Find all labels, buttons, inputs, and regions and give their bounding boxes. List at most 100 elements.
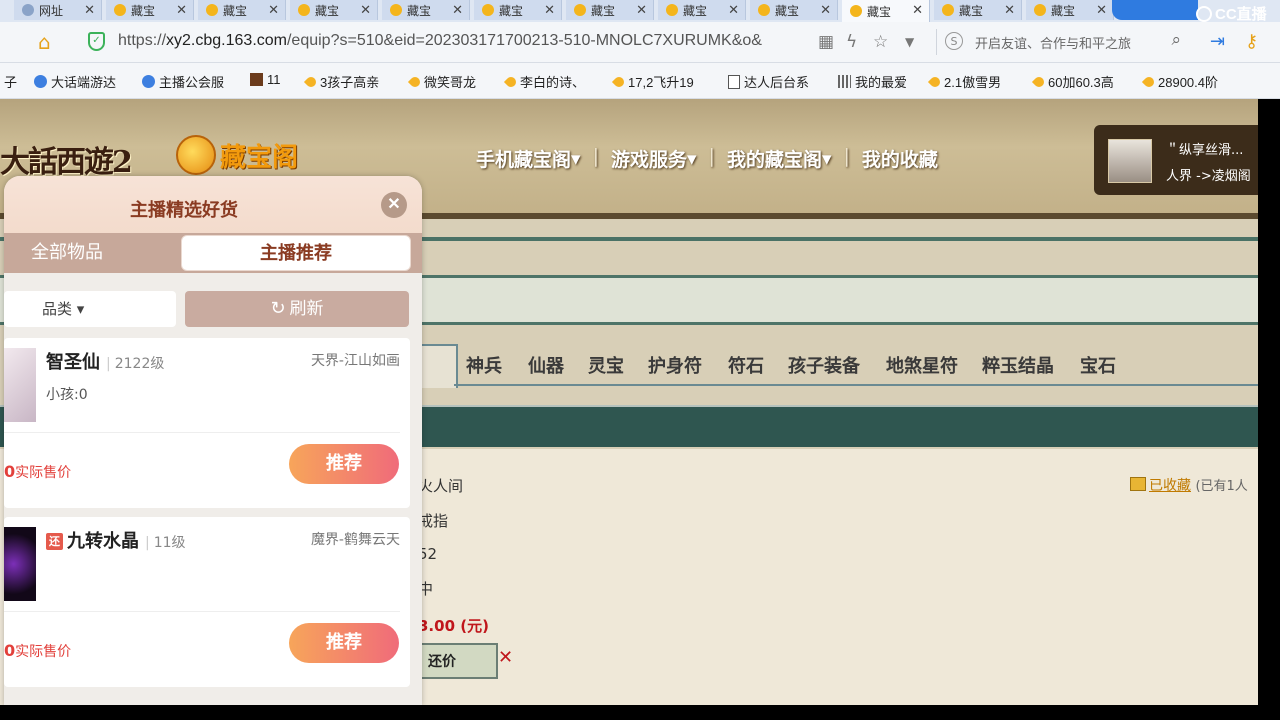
counter-offer-label: 还价	[428, 654, 456, 670]
avatar	[1108, 139, 1152, 183]
browser-tab[interactable]: 藏宝 ✕	[750, 0, 838, 20]
game-icon	[1034, 4, 1046, 16]
favorited-link[interactable]: 已收藏	[1149, 478, 1191, 494]
bookmark-item[interactable]: 3孩子高亲	[303, 72, 379, 91]
category-tab[interactable]: 护身符	[648, 352, 702, 378]
bookmark-label: 子	[4, 75, 18, 90]
top-nav-item[interactable]: 我的藏宝阁 ▾	[727, 145, 832, 172]
user-box[interactable]: ＂纵享丝滑... 人界 ->凌烟阁	[1094, 125, 1258, 195]
letterbox-right	[1258, 99, 1280, 720]
bookmark-label: 60加60.3高	[1048, 75, 1114, 90]
game-icon	[574, 4, 586, 16]
lightning-icon[interactable]: ϟ	[846, 32, 857, 52]
list-item[interactable]: 智圣仙 2122级 天界-江山如画 小孩:0 0实际售价 推荐	[4, 338, 410, 508]
tab-streamer-recommend[interactable]: 主播推荐	[181, 235, 411, 271]
document-icon	[728, 74, 740, 89]
browser-tab[interactable]: 藏宝 ✕	[198, 0, 286, 20]
close-icon[interactable]: ✕	[381, 192, 407, 218]
qr-code-icon[interactable]: ▦	[818, 32, 834, 52]
cbg-logo[interactable]: 藏宝阁	[176, 135, 298, 175]
recommend-button[interactable]: 推荐	[289, 623, 399, 663]
bookmark-label: 2.1傲雪男	[944, 75, 1002, 90]
close-tab-icon[interactable]: ✕	[636, 2, 647, 18]
favorite-star-icon[interactable]: ☆	[873, 32, 888, 52]
category-tab[interactable]: 地煞星符	[886, 352, 958, 378]
bookmark-item[interactable]: 60加60.3高	[1031, 72, 1114, 91]
close-tab-icon[interactable]: ✕	[84, 2, 95, 18]
globe-icon	[22, 4, 34, 16]
bookmark-item[interactable]: 子	[4, 72, 17, 91]
top-nav-item[interactable]: 手机藏宝阁 ▾	[476, 145, 581, 172]
close-tab-icon[interactable]: ✕	[820, 2, 831, 18]
browser-tab[interactable]: 藏宝 ✕	[474, 0, 562, 20]
top-nav-item[interactable]: 我的收藏	[862, 145, 938, 172]
category-tab[interactable]: 神兵	[466, 352, 502, 378]
category-tab[interactable]: 粹玉结晶	[982, 352, 1054, 378]
bookmark-item[interactable]: 2.1傲雪男	[927, 72, 1002, 91]
browser-tab[interactable]: 藏宝 ✕	[566, 0, 654, 20]
refresh-button[interactable]: ↻ 刷新	[185, 291, 409, 327]
category-filter[interactable]: 品类 ▾	[4, 291, 176, 327]
bookmark-star-icon	[503, 74, 519, 89]
browser-tab[interactable]: 藏宝 ✕	[658, 0, 746, 20]
list-item[interactable]: 还九转水晶 11级 魔界-鹤舞云天 0实际售价 推荐	[4, 517, 410, 687]
url-field[interactable]: https://xy2.cbg.163.com/equip?s=510&eid=…	[118, 32, 814, 50]
category-tab[interactable]: 灵宝	[588, 352, 624, 378]
close-small-icon[interactable]: ✕	[498, 647, 513, 668]
browser-tab[interactable]: 藏宝 ✕	[934, 0, 1022, 20]
item-sub: 小孩:0	[46, 387, 88, 403]
bookmark-item[interactable]: 28900.4阶	[1141, 72, 1218, 91]
new-tab-area[interactable]	[1112, 0, 1198, 20]
close-tab-icon[interactable]: ✕	[268, 2, 279, 18]
close-tab-icon[interactable]: ✕	[1096, 2, 1107, 18]
close-tab-icon[interactable]: ✕	[544, 2, 555, 18]
close-tab-icon[interactable]: ✕	[176, 2, 187, 18]
category-tab[interactable]: 仙器	[528, 352, 564, 378]
key-icon[interactable]: ⚷	[1245, 31, 1258, 52]
category-tab[interactable]: 孩子装备	[788, 352, 860, 378]
favorite-count: (已有1人	[1195, 479, 1248, 494]
user-realm[interactable]: 人界 ->凌烟阁	[1166, 165, 1251, 184]
bookmark-item[interactable]: 主播公会服	[142, 72, 224, 91]
game-logo[interactable]: 大話西遊2	[0, 137, 133, 181]
panel-tabs: 全部物品 主播推荐	[4, 233, 422, 273]
bookmark-item[interactable]: 微笑哥龙	[407, 72, 476, 91]
browser-tab[interactable]: 藏宝 ✕	[382, 0, 470, 20]
close-tab-icon[interactable]: ✕	[452, 2, 463, 18]
price-label: 实际售价	[15, 644, 72, 660]
search-box[interactable]: S 开启友谊、合作与和平之旅 ⌕	[936, 29, 1187, 55]
price-label: 实际售价	[15, 465, 72, 481]
search-suggestion: 开启友谊、合作与和平之旅	[975, 36, 1132, 51]
search-icon[interactable]: ⌕	[1171, 30, 1181, 50]
browser-tab[interactable]: 藏宝 ✕	[106, 0, 194, 20]
detail-line: 戒指	[418, 512, 449, 530]
top-nav-item[interactable]: 游戏服务 ▾	[611, 145, 697, 172]
login-icon[interactable]: ⇥	[1210, 31, 1225, 52]
counter-offer-button[interactable]: 还价	[418, 643, 498, 679]
browser-tab[interactable]: 藏宝 ✕	[290, 0, 378, 20]
bookmark-item[interactable]: 11	[250, 72, 281, 87]
folder-icon	[1130, 477, 1146, 491]
browser-tab[interactable]: 网址 ✕	[14, 0, 102, 20]
close-tab-icon[interactable]: ✕	[360, 2, 371, 18]
close-tab-icon[interactable]: ✕	[912, 2, 923, 18]
bookmark-item[interactable]: 李白的诗、	[503, 72, 585, 91]
category-tab[interactable]: 宝石	[1080, 352, 1116, 378]
close-tab-icon[interactable]: ✕	[1004, 2, 1015, 18]
recommend-button[interactable]: 推荐	[289, 444, 399, 484]
bookmark-item[interactable]: 我的最爱	[838, 72, 907, 91]
browser-tab[interactable]: 藏宝 ✕	[842, 0, 930, 22]
chevron-down-icon[interactable]: ▼	[905, 32, 914, 52]
home-icon[interactable]: ⌂	[38, 32, 58, 52]
bookmark-item[interactable]: 大话端游达	[34, 72, 116, 91]
user-name: ＂纵享丝滑...	[1166, 143, 1244, 158]
bookmark-star-icon	[407, 74, 423, 89]
secure-shield-icon[interactable]: ✓	[88, 32, 105, 51]
category-tab[interactable]: 符石	[728, 352, 764, 378]
browser-tab[interactable]: 藏宝 ✕	[1026, 0, 1114, 20]
bookmark-item[interactable]: 达人后台系	[728, 72, 809, 91]
tab-all-items[interactable]: 全部物品	[4, 233, 180, 273]
bookmark-item[interactable]: 17,2飞升19	[611, 72, 694, 91]
close-tab-icon[interactable]: ✕	[728, 2, 739, 18]
browser-tab-label: 藏宝	[591, 3, 616, 18]
